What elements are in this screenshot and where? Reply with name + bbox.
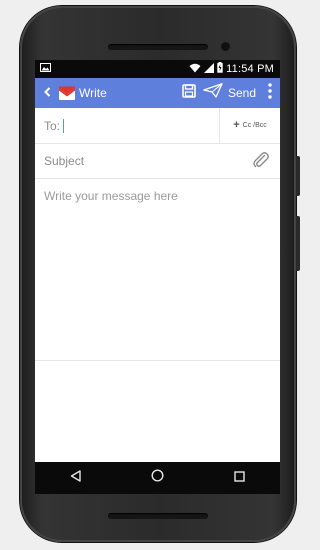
message-body-input[interactable]: Write your message here [35, 179, 280, 361]
navigation-bar [35, 462, 280, 494]
front-camera [221, 42, 230, 51]
status-bar: 11:54 PM [35, 60, 280, 78]
nav-recents-button[interactable] [227, 466, 251, 490]
nav-back-button[interactable] [64, 466, 88, 490]
message-body-placeholder: Write your message here [44, 189, 178, 203]
attach-button[interactable] [251, 151, 271, 171]
signal-icon [204, 62, 215, 76]
to-field[interactable]: To: [35, 108, 219, 143]
subject-row: Subject [35, 144, 280, 179]
floppy-disk-icon [182, 83, 196, 103]
earpiece-speaker [108, 44, 208, 50]
to-row: To: + Cc /Bcc [35, 108, 280, 144]
plus-icon: + [233, 119, 240, 131]
power-button [296, 216, 300, 271]
volume-button [296, 156, 300, 196]
bottom-speaker-grille [108, 513, 208, 519]
to-label: To: [44, 118, 61, 133]
back-button[interactable] [41, 84, 53, 102]
stage: 11:54 PM Write Send To: + Cc /Bcc Subjec… [0, 0, 320, 550]
mail-envelope-icon [59, 85, 75, 101]
battery-charging-icon [217, 62, 223, 76]
status-time: 11:54 PM [226, 63, 274, 75]
send-button[interactable]: Send [203, 83, 256, 103]
text-cursor [63, 118, 65, 133]
vertical-dots-icon [268, 82, 272, 104]
overflow-menu-button[interactable] [266, 82, 274, 104]
cc-bcc-button[interactable]: + Cc /Bcc [219, 108, 280, 143]
screen: 11:54 PM Write Send To: + Cc /Bcc Subjec… [35, 60, 280, 494]
chevron-left-icon [43, 84, 51, 102]
nav-home-button[interactable] [145, 466, 169, 490]
paperclip-icon [252, 151, 270, 172]
image-icon [40, 63, 51, 75]
home-circle-icon [151, 469, 164, 487]
back-triangle-icon [70, 469, 82, 487]
subject-input[interactable]: Subject [44, 154, 251, 168]
save-draft-button[interactable] [181, 83, 197, 103]
wifi-icon [189, 63, 201, 76]
send-label: Send [227, 86, 256, 100]
paper-plane-icon [203, 83, 223, 103]
app-bar: Write Send [35, 78, 280, 108]
recents-square-icon [233, 469, 245, 487]
screen-title: Write [79, 86, 107, 100]
cc-bcc-label: Cc /Bcc [242, 122, 267, 129]
